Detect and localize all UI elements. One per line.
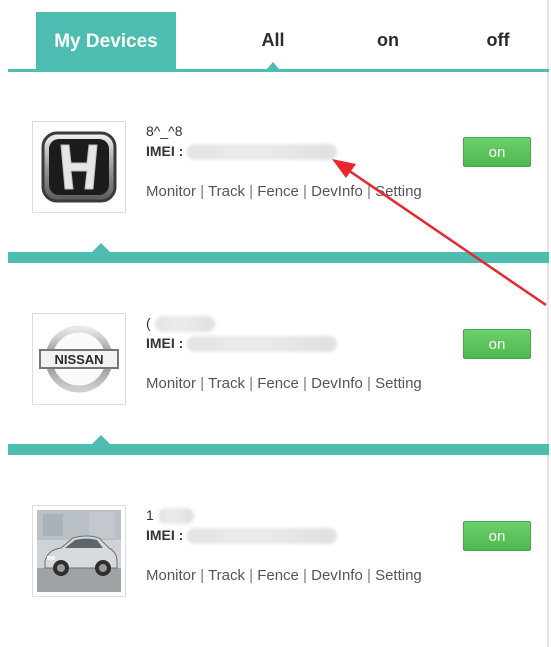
active-tab-underline <box>218 69 328 72</box>
card-divider <box>8 243 549 263</box>
device-imei: IMEI : <box>146 335 338 353</box>
device-name: 8^_^8 <box>146 123 183 139</box>
device-thumbnail[interactable]: NISSAN <box>32 313 126 405</box>
active-tab-caret-icon <box>267 62 279 69</box>
setting-link[interactable]: Setting <box>375 375 422 392</box>
divider-caret-icon <box>92 435 110 444</box>
header: My Devices All on off <box>8 12 549 72</box>
devinfo-link[interactable]: DevInfo <box>311 183 363 200</box>
status-button[interactable]: on <box>463 521 531 551</box>
card-divider <box>8 435 549 455</box>
separator: | <box>298 567 312 584</box>
device-card: NISSAN ( IMEI : Monitor | Track | Fence … <box>8 265 549 457</box>
imei-value-redacted <box>187 528 338 545</box>
setting-link[interactable]: Setting <box>375 567 422 584</box>
track-link[interactable]: Track <box>208 375 245 392</box>
devinfo-link[interactable]: DevInfo <box>311 567 363 584</box>
device-name-text: 1 <box>146 507 154 523</box>
status-button[interactable]: on <box>463 329 531 359</box>
nissan-logo-text: NISSAN <box>54 352 103 367</box>
separator: | <box>362 375 376 392</box>
separator: | <box>196 183 208 200</box>
tab-all-label: All <box>261 30 285 50</box>
name-redacted <box>154 316 215 333</box>
track-link[interactable]: Track <box>208 183 245 200</box>
monitor-link[interactable]: Monitor <box>146 567 196 584</box>
device-actions: Monitor | Track | Fence | DevInfo | Sett… <box>146 375 422 392</box>
device-name-text: ( <box>146 315 151 331</box>
device-thumbnail[interactable] <box>32 505 126 597</box>
imei-label: IMEI : <box>146 335 184 351</box>
monitor-link[interactable]: Monitor <box>146 183 196 200</box>
brand-title: My Devices <box>36 12 176 72</box>
device-actions: Monitor | Track | Fence | DevInfo | Sett… <box>146 567 422 584</box>
tab-off[interactable]: off <box>448 12 548 69</box>
separator: | <box>244 375 258 392</box>
setting-link[interactable]: Setting <box>375 183 422 200</box>
imei-value-redacted <box>187 144 338 161</box>
track-link[interactable]: Track <box>208 567 245 584</box>
tab-on[interactable]: on <box>338 12 438 69</box>
tab-on-label: on <box>377 30 399 50</box>
fence-link[interactable]: Fence <box>257 567 299 584</box>
device-actions: Monitor | Track | Fence | DevInfo | Sett… <box>146 183 422 200</box>
device-card: 1 IMEI : Monitor | Track | Fence | DevIn… <box>8 457 549 647</box>
devinfo-link[interactable]: DevInfo <box>311 375 363 392</box>
monitor-link[interactable]: Monitor <box>146 375 196 392</box>
device-card: 8^_^8 IMEI : Monitor | Track | Fence | D… <box>8 73 549 265</box>
device-thumbnail[interactable] <box>32 121 126 213</box>
device-name: ( <box>146 315 215 333</box>
separator: | <box>196 375 208 392</box>
status-button[interactable]: on <box>463 137 531 167</box>
fence-link[interactable]: Fence <box>257 183 299 200</box>
imei-value-redacted <box>187 336 338 353</box>
car-photo-icon <box>37 510 121 592</box>
honda-logo-icon <box>41 131 117 203</box>
imei-label: IMEI : <box>146 527 184 543</box>
device-imei: IMEI : <box>146 527 338 545</box>
separator: | <box>244 567 258 584</box>
tab-off-label: off <box>486 30 510 50</box>
imei-label: IMEI : <box>146 143 184 159</box>
separator: | <box>298 375 312 392</box>
device-panel: My Devices All on off 8^_^8 IMEI: Monit… <box>8 0 549 647</box>
name-redacted <box>157 508 194 525</box>
separator: | <box>244 183 258 200</box>
separator: | <box>362 183 376 200</box>
nissan-logo-icon: NISSAN <box>39 325 119 393</box>
device-imei: IMEI : <box>146 143 338 161</box>
separator: | <box>196 567 208 584</box>
tab-all[interactable]: All <box>218 12 328 72</box>
separator: | <box>362 567 376 584</box>
fence-link[interactable]: Fence <box>257 375 299 392</box>
device-name: 1 <box>146 507 194 525</box>
divider-caret-icon <box>92 243 110 252</box>
separator: | <box>298 183 312 200</box>
